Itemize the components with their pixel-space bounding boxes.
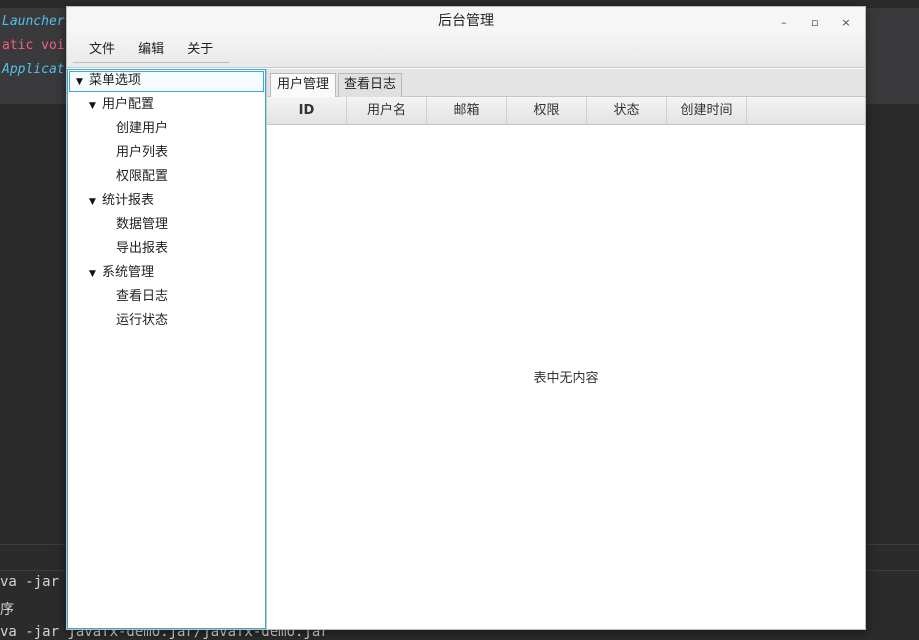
tab-user-management[interactable]: 用户管理: [270, 73, 336, 97]
tree-item-system-management[interactable]: ▼ 系统管理: [89, 262, 154, 284]
tree-item-label: 导出报表: [116, 241, 169, 256]
expand-arrow-icon[interactable]: ▼: [89, 191, 102, 213]
window-controls: – ▫ ×: [771, 11, 859, 29]
tree-item-run-status[interactable]: 运行状态: [116, 310, 168, 332]
maximize-button[interactable]: ▫: [802, 15, 828, 31]
tree-item-data-management[interactable]: 数据管理: [116, 214, 168, 236]
tree-item-create-user[interactable]: 创建用户: [116, 118, 168, 140]
tree-item-label: 权限配置: [116, 169, 169, 184]
terminal-line: va -jar J: [0, 574, 76, 590]
tree-item-label: 运行状态: [116, 313, 169, 328]
tree-item-user-config[interactable]: ▼ 用户配置: [89, 94, 154, 116]
expand-arrow-icon[interactable]: ▼: [89, 263, 102, 285]
tree-item-export-report[interactable]: 导出报表: [116, 238, 168, 260]
tree-item-view-logs[interactable]: 查看日志: [116, 286, 168, 308]
menu-about[interactable]: 关于: [180, 39, 221, 61]
tree-item-label: 统计报表: [102, 193, 155, 208]
table-header: ID 用户名 邮箱 权限 状态 创建时间: [267, 97, 865, 125]
tree-item-label: 菜单选项: [89, 73, 142, 88]
terminal-line: 序: [0, 602, 14, 618]
code-line-launcher: Launcher: [2, 14, 65, 29]
table-body[interactable]: 表中无内容: [267, 125, 865, 629]
tree-item-label: 用户列表: [116, 145, 169, 160]
tree-item-label: 数据管理: [116, 217, 169, 232]
expand-arrow-icon[interactable]: ▼: [76, 71, 89, 93]
tree-item-label: 创建用户: [116, 121, 169, 136]
tree-item-label: 查看日志: [116, 289, 169, 304]
menu-edit[interactable]: 编辑: [131, 39, 172, 61]
code-line-static: atic voi: [2, 38, 65, 53]
tab-view-logs[interactable]: 查看日志: [338, 73, 402, 97]
close-button[interactable]: ×: [833, 15, 859, 31]
tree-item-label: 用户配置: [102, 97, 155, 112]
column-header-email[interactable]: 邮箱: [427, 97, 507, 124]
column-header-created-time[interactable]: 创建时间: [667, 97, 747, 124]
menu-bar: 文件 编辑 关于: [67, 32, 865, 68]
tree-item-label: 系统管理: [102, 265, 155, 280]
menu-items: 文件 编辑 关于: [73, 38, 230, 63]
minimize-button[interactable]: –: [771, 15, 797, 31]
column-header-id[interactable]: ID: [267, 97, 347, 124]
code-line-application: Applicat: [2, 62, 65, 77]
menu-file[interactable]: 文件: [73, 39, 123, 61]
app-window: 后台管理 – ▫ × 文件 编辑 关于 ▼ 菜单选项 ▼ 用户配置 创建用户 用户列…: [66, 6, 866, 630]
tree-item-reports[interactable]: ▼ 统计报表: [89, 190, 154, 212]
table-empty-message: 表中无内容: [533, 371, 599, 386]
title-bar[interactable]: 后台管理 – ▫ ×: [67, 7, 865, 32]
menu-tree: ▼ 菜单选项 ▼ 用户配置 创建用户 用户列表 权限配置 ▼ 统计报表 数据管理 导出…: [67, 69, 266, 629]
column-header-username[interactable]: 用户名: [347, 97, 427, 124]
column-header-status[interactable]: 状态: [587, 97, 667, 124]
tab-bar: 用户管理 查看日志: [267, 69, 865, 97]
tree-item-permission-config[interactable]: 权限配置: [116, 166, 168, 188]
tree-item-root[interactable]: ▼ 菜单选项: [76, 70, 141, 92]
window-title: 后台管理: [438, 13, 494, 29]
column-header-permission[interactable]: 权限: [507, 97, 587, 124]
tree-item-user-list[interactable]: 用户列表: [116, 142, 168, 164]
expand-arrow-icon[interactable]: ▼: [89, 95, 102, 117]
